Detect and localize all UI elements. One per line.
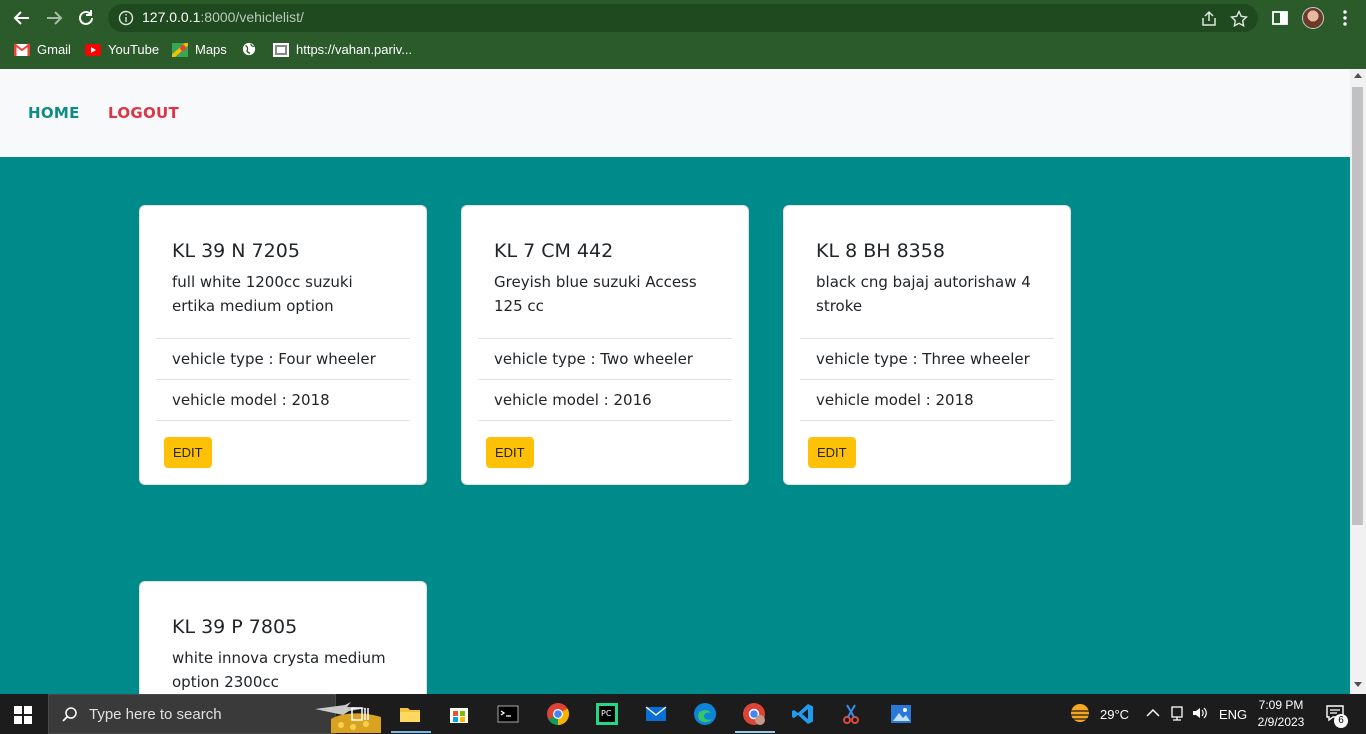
- active-indicator: [391, 731, 431, 733]
- mail-icon[interactable]: [644, 702, 668, 726]
- address-bar[interactable]: 127.0.0.1:8000/vehiclelist/: [108, 4, 1258, 32]
- vehicle-model: vehicle model : 2018: [156, 380, 410, 421]
- vehicle-card: KL 39 P 7805 white innova crysta medium …: [139, 581, 427, 694]
- forward-button[interactable]: [42, 6, 66, 30]
- gmail-icon: [14, 42, 30, 56]
- browser-toolbar: 127.0.0.1:8000/vehiclelist/: [0, 0, 1366, 36]
- vehicle-card: KL 39 N 7205 full white 1200cc suzuki er…: [139, 205, 427, 485]
- svg-text:PC: PC: [601, 709, 612, 718]
- vehicle-details-list: vehicle type : Two wheeler vehicle model…: [478, 338, 732, 421]
- chrome-icon[interactable]: [546, 702, 570, 726]
- vehicle-registration: KL 39 N 7205: [172, 240, 300, 262]
- pycharm-icon[interactable]: PC: [595, 702, 619, 726]
- vehicle-model: vehicle model : 2016: [478, 380, 732, 421]
- star-icon[interactable]: [1230, 10, 1248, 28]
- share-icon[interactable]: [1200, 10, 1218, 28]
- search-placeholder: Type here to search: [89, 706, 222, 723]
- info-icon[interactable]: [118, 10, 134, 26]
- bookmark-label: Maps: [195, 42, 227, 57]
- menu-dots-icon[interactable]: [1335, 8, 1355, 28]
- home-link[interactable]: HOME: [28, 104, 80, 122]
- vehicle-registration: KL 7 CM 442: [494, 240, 614, 262]
- system-clock[interactable]: 7:09 PM 2/9/2023: [1252, 697, 1310, 731]
- bookmark-globe[interactable]: [241, 42, 264, 56]
- youtube-icon: [85, 43, 101, 56]
- vehicle-description: full white 1200cc suzuki ertika medium o…: [172, 273, 353, 315]
- globe-icon: [242, 42, 256, 56]
- reload-button[interactable]: [74, 6, 98, 30]
- bookmark-vahan[interactable]: https://vahan.pariv...: [273, 42, 412, 57]
- chrome-profile-icon[interactable]: [742, 702, 766, 726]
- taskbar-search[interactable]: Type here to search: [48, 694, 381, 734]
- browser-chrome: 127.0.0.1:8000/vehiclelist/ Gmail YouTub…: [0, 0, 1366, 69]
- side-panel-icon[interactable]: [1270, 8, 1290, 28]
- task-view-icon[interactable]: [348, 702, 372, 726]
- photos-icon[interactable]: [889, 702, 913, 726]
- maps-icon: [172, 42, 188, 57]
- clock-date: 2/9/2023: [1257, 715, 1305, 729]
- edge-icon[interactable]: [693, 702, 717, 726]
- chevron-up-icon[interactable]: [1144, 704, 1162, 722]
- bookmark-maps[interactable]: Maps: [172, 42, 227, 57]
- vehicle-type: vehicle type : Two wheeler: [478, 339, 732, 380]
- vehicle-model: vehicle model : 2018: [800, 380, 1054, 421]
- profile-avatar[interactable]: [1302, 7, 1324, 29]
- windows-start-icon[interactable]: [14, 706, 32, 724]
- network-icon[interactable]: [1168, 704, 1186, 722]
- reload-icon: [79, 10, 93, 25]
- weather-icon[interactable]: [1068, 701, 1092, 725]
- edit-button[interactable]: EDIT: [486, 437, 534, 468]
- edit-button[interactable]: EDIT: [164, 437, 212, 468]
- snipping-tool-icon[interactable]: [840, 702, 864, 726]
- vehicle-card: KL 8 BH 8358 black cng bajaj autorishaw …: [783, 205, 1071, 485]
- url-path: :8000/vehiclelist/: [200, 9, 304, 25]
- bookmarks-bar: Gmail YouTube Maps https://vahan.pariv..…: [0, 38, 1366, 62]
- search-icon: [62, 707, 77, 722]
- bookmark-gmail[interactable]: Gmail: [14, 42, 71, 57]
- weather-temp[interactable]: 29°C: [1100, 694, 1129, 734]
- vehicle-details-list: vehicle type : Four wheeler vehicle mode…: [156, 338, 410, 421]
- volume-icon[interactable]: [1191, 704, 1209, 722]
- bookmark-label: https://vahan.pariv...: [296, 42, 413, 57]
- clock-time: 7:09 PM: [1258, 698, 1304, 712]
- vehicle-registration: KL 39 P 7805: [172, 616, 298, 638]
- vehicle-registration: KL 8 BH 8358: [816, 240, 945, 262]
- windows-taskbar: Type here to search PC 29°C ENG 7:09 PM …: [0, 694, 1366, 734]
- vehicle-description: black cng bajaj autorishaw 4 stroke: [816, 273, 1031, 315]
- vehicle-description: Greyish blue suzuki Access 125 cc: [494, 273, 697, 315]
- vscode-icon[interactable]: [791, 702, 815, 726]
- site-navbar: HOME LOGOUT: [0, 69, 1350, 157]
- notification-count: 6: [1334, 714, 1348, 728]
- microsoft-store-icon[interactable]: [447, 702, 471, 726]
- language-indicator[interactable]: ENG: [1219, 694, 1247, 734]
- vehicle-details-list: vehicle type : Three wheeler vehicle mod…: [800, 338, 1054, 421]
- page-scrollbar[interactable]: [1350, 69, 1366, 694]
- vehicle-description: white innova crysta medium option 2300cc: [172, 649, 386, 691]
- scroll-thumb[interactable]: [1352, 87, 1363, 525]
- scroll-up-arrow[interactable]: [1354, 73, 1362, 78]
- vahan-icon: [273, 42, 289, 57]
- bookmark-label: YouTube: [108, 42, 160, 57]
- back-button[interactable]: [10, 6, 34, 30]
- logout-link[interactable]: LOGOUT: [108, 104, 179, 122]
- arrow-left-icon: [13, 11, 29, 25]
- url-text[interactable]: 127.0.0.1:8000/vehiclelist/: [142, 9, 304, 25]
- vehicle-card: KL 7 CM 442 Greyish blue suzuki Access 1…: [461, 205, 749, 485]
- terminal-icon[interactable]: [496, 702, 520, 726]
- vehicle-type: vehicle type : Three wheeler: [800, 339, 1054, 380]
- url-host: 127.0.0.1: [142, 9, 201, 25]
- arrow-right-icon: [47, 11, 63, 25]
- bookmark-youtube[interactable]: YouTube: [85, 42, 159, 57]
- scroll-down-arrow[interactable]: [1354, 682, 1362, 687]
- vehicle-type: vehicle type : Four wheeler: [156, 339, 410, 380]
- file-explorer-icon[interactable]: [398, 702, 422, 726]
- edit-button[interactable]: EDIT: [808, 437, 856, 468]
- active-indicator: [735, 731, 775, 733]
- bookmark-label: Gmail: [37, 42, 71, 57]
